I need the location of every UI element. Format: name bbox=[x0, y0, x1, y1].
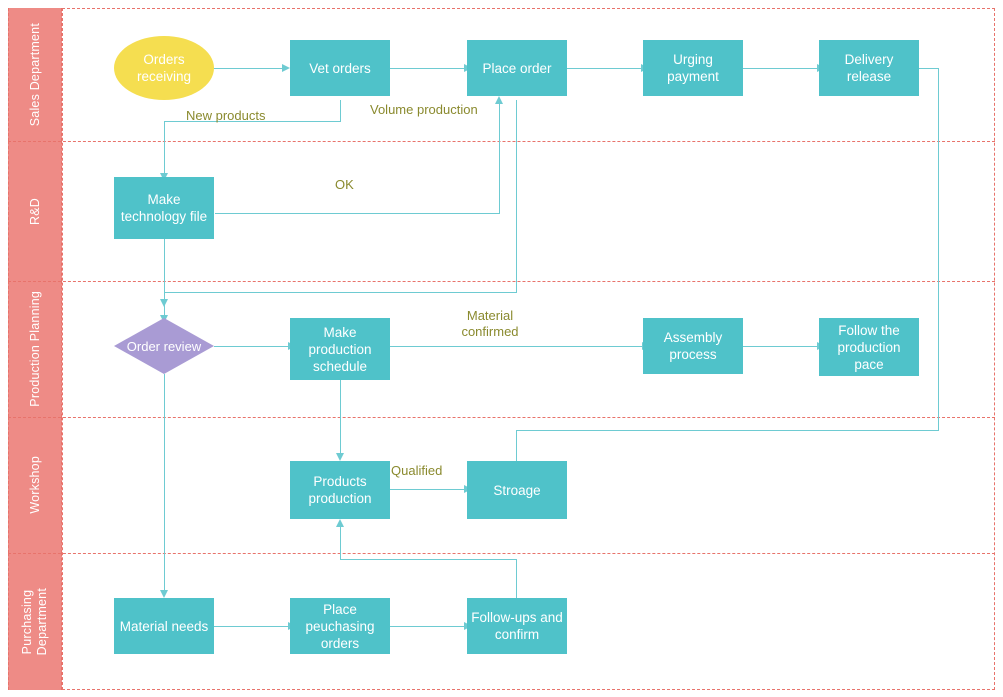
lane-divider-2 bbox=[8, 281, 995, 282]
edge-stroage-up-to-delivery bbox=[938, 68, 939, 431]
lane-divider-1 bbox=[8, 141, 995, 142]
edge-purchase-to-followups bbox=[390, 626, 466, 627]
node-follow-ups-and-confirm[interactable]: Follow-ups and confirm bbox=[467, 598, 567, 654]
node-urging-payment[interactable]: Urging payment bbox=[643, 40, 743, 96]
node-vet-orders[interactable]: Vet orders bbox=[290, 40, 390, 96]
arrowhead-review-to-material bbox=[159, 590, 168, 598]
node-place-peuchasing-orders[interactable]: Place peuchasing orders bbox=[290, 598, 390, 654]
lane-label-workshop: Workshop bbox=[8, 417, 62, 553]
edge-label-volume-production: Volume production bbox=[370, 102, 478, 117]
edge-stroage-up bbox=[516, 430, 517, 461]
node-place-order[interactable]: Place order bbox=[467, 40, 567, 96]
node-order-review-label: Order review bbox=[126, 338, 202, 354]
edge-place-down-to-review bbox=[516, 100, 517, 292]
lane-label-sales-text: Sales Department bbox=[27, 22, 42, 127]
lane-divider-4 bbox=[8, 553, 995, 554]
arrowhead-schedule-to-production bbox=[335, 453, 344, 461]
lane-label-planning-text: Production Planning bbox=[27, 291, 42, 407]
lane-label-purchasing-text: Purchasing Department bbox=[20, 587, 49, 656]
node-products-production[interactable]: Products production bbox=[290, 461, 390, 519]
lane-label-workshop-text: Workshop bbox=[27, 456, 42, 514]
edge-stroage-right bbox=[516, 430, 939, 431]
node-make-technology-file[interactable]: Make technology file bbox=[114, 177, 214, 239]
node-order-review[interactable]: Order review bbox=[114, 318, 214, 374]
arrowhead-ok-to-place bbox=[494, 96, 503, 104]
arrowhead-orders-to-vet bbox=[282, 63, 290, 72]
edge-followups-up-to-production bbox=[340, 524, 341, 560]
lane-label-purchasing: Purchasing Department bbox=[8, 553, 62, 690]
edge-schedule-down-to-production bbox=[340, 379, 341, 459]
edge-urging-to-delivery bbox=[743, 68, 819, 69]
flowchart-canvas: Sales Department R&D Production Planning… bbox=[0, 0, 1003, 697]
arrowhead-followups-to-production bbox=[335, 519, 344, 527]
node-orders-receiving[interactable]: Orders receiving bbox=[114, 36, 214, 100]
edge-label-new-products: New products bbox=[186, 108, 266, 123]
edge-newproducts-down-to-tech bbox=[164, 121, 165, 177]
edge-review-to-schedule bbox=[214, 346, 290, 347]
node-make-production-schedule[interactable]: Make production schedule bbox=[290, 318, 390, 380]
node-follow-the-production-pace[interactable]: Follow the production pace bbox=[819, 318, 919, 376]
edge-vet-to-place bbox=[390, 68, 466, 69]
lane-label-sales: Sales Department bbox=[8, 8, 62, 141]
edge-review-horizontal bbox=[164, 292, 517, 293]
edge-review-down-to-material bbox=[164, 374, 165, 596]
edge-ok-up-to-place bbox=[499, 100, 500, 213]
edge-label-material-confirmed: Material confirmed bbox=[461, 308, 519, 339]
edge-schedule-to-assembly bbox=[390, 346, 644, 347]
edge-label-qualified: Qualified bbox=[391, 463, 443, 478]
edge-assembly-to-pace bbox=[743, 346, 819, 347]
arrowhead-tech-to-review bbox=[159, 299, 168, 307]
lane-divider-3 bbox=[8, 417, 995, 418]
edge-vet-down-newproducts bbox=[340, 100, 341, 121]
edge-place-to-urging bbox=[567, 68, 643, 69]
edge-tech-down-to-review bbox=[164, 239, 165, 303]
edge-label-ok: OK bbox=[335, 177, 354, 192]
lane-label-rnd-text: R&D bbox=[27, 197, 42, 225]
node-delivery-release[interactable]: Delivery release bbox=[819, 40, 919, 96]
edge-production-to-stroage bbox=[390, 489, 466, 490]
node-material-needs[interactable]: Material needs bbox=[114, 598, 214, 654]
edge-followups-up bbox=[516, 559, 517, 599]
lane-label-planning: Production Planning bbox=[8, 281, 62, 417]
node-stroage[interactable]: Stroage bbox=[467, 461, 567, 519]
node-assembly-process[interactable]: Assembly process bbox=[643, 318, 743, 374]
edge-ok-horizontal bbox=[215, 213, 500, 214]
edge-material-to-purchase bbox=[214, 626, 290, 627]
lane-label-rnd: R&D bbox=[8, 141, 62, 281]
edge-followups-left bbox=[340, 559, 517, 560]
edge-orders-to-vet bbox=[213, 68, 283, 69]
